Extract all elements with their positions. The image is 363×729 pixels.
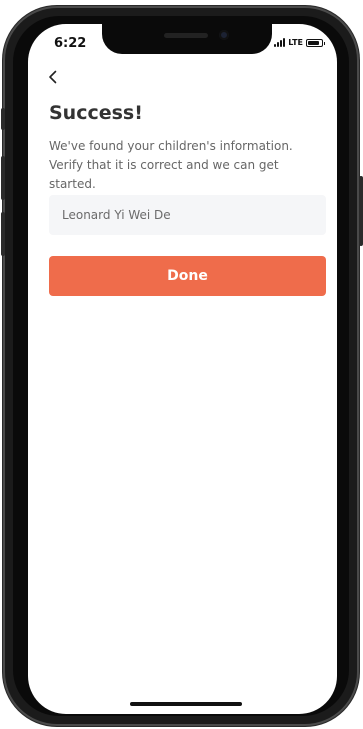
page-description: We've found your children's information.… <box>49 139 293 191</box>
front-camera <box>219 30 229 40</box>
done-button[interactable]: Done <box>49 256 326 296</box>
back-button[interactable] <box>44 68 62 86</box>
power-button <box>359 176 363 246</box>
mute-switch <box>1 108 5 130</box>
app-screen: 6:22 LTE Success! We've found your child… <box>28 24 337 714</box>
page-title: Success! <box>49 102 143 124</box>
signal-icon <box>274 38 286 47</box>
status-icons: LTE <box>274 38 325 47</box>
battery-icon <box>306 38 325 47</box>
device-mockup: 6:22 LTE Success! We've found your child… <box>0 0 363 729</box>
network-type: LTE <box>288 38 303 47</box>
earpiece-speaker <box>164 33 208 38</box>
home-indicator[interactable] <box>130 702 242 706</box>
volume-up-button <box>1 156 5 200</box>
chevron-left-icon <box>49 70 57 84</box>
status-time: 6:22 <box>54 36 87 51</box>
volume-down-button <box>1 212 5 256</box>
child-name-field[interactable] <box>49 195 326 235</box>
notch <box>102 24 272 54</box>
